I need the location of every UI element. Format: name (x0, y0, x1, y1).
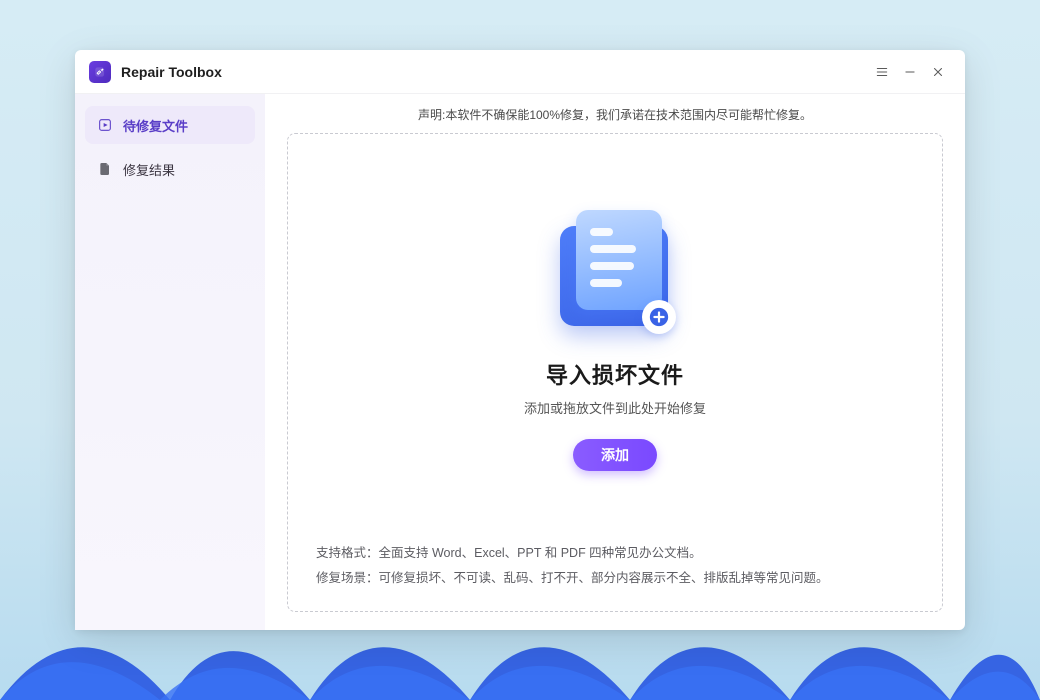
play-file-icon (97, 117, 113, 133)
drop-area[interactable]: 导入损坏文件 添加或拖放文件到此处开始修复 添加 支持格式：全面支持 Word、… (287, 133, 943, 612)
menu-button[interactable] (869, 59, 895, 85)
plus-icon (642, 300, 676, 334)
sidebar-item-label: 待修复文件 (123, 116, 188, 135)
supported-formats-text: 支持格式：全面支持 Word、Excel、PPT 和 PDF 四种常见办公文档。 (316, 541, 914, 566)
app-icon (89, 61, 111, 83)
disclaimer-text: 声明:本软件不确保能100%修复，我们承诺在技术范围内尽可能帮忙修复。 (287, 106, 943, 123)
app-title: Repair Toolbox (121, 64, 222, 80)
sidebar-item-pending-files[interactable]: 待修复文件 (85, 106, 255, 144)
sidebar: 待修复文件 修复结果 (75, 94, 265, 630)
import-center: 导入损坏文件 添加或拖放文件到此处开始修复 添加 (316, 158, 914, 519)
close-button[interactable] (925, 59, 951, 85)
titlebar: Repair Toolbox (75, 50, 965, 94)
add-button[interactable]: 添加 (573, 439, 657, 471)
sidebar-item-label: 修复结果 (123, 160, 175, 179)
main-panel: 声明:本软件不确保能100%修复，我们承诺在技术范围内尽可能帮忙修复。 (265, 94, 965, 630)
document-illustration (550, 206, 680, 336)
file-result-icon (97, 161, 113, 177)
sidebar-item-repair-results[interactable]: 修复结果 (85, 150, 255, 188)
app-window: Repair Toolbox 待修复文件 (75, 50, 965, 630)
import-subtitle: 添加或拖放文件到此处开始修复 (524, 398, 706, 417)
repair-scenarios-text: 修复场景：可修复损坏、不可读、乱码、打不开、部分内容展示不全、排版乱掉等常见问题… (316, 566, 914, 591)
info-section: 支持格式：全面支持 Word、Excel、PPT 和 PDF 四种常见办公文档。… (316, 541, 914, 591)
import-title: 导入损坏文件 (546, 358, 684, 390)
minimize-button[interactable] (897, 59, 923, 85)
